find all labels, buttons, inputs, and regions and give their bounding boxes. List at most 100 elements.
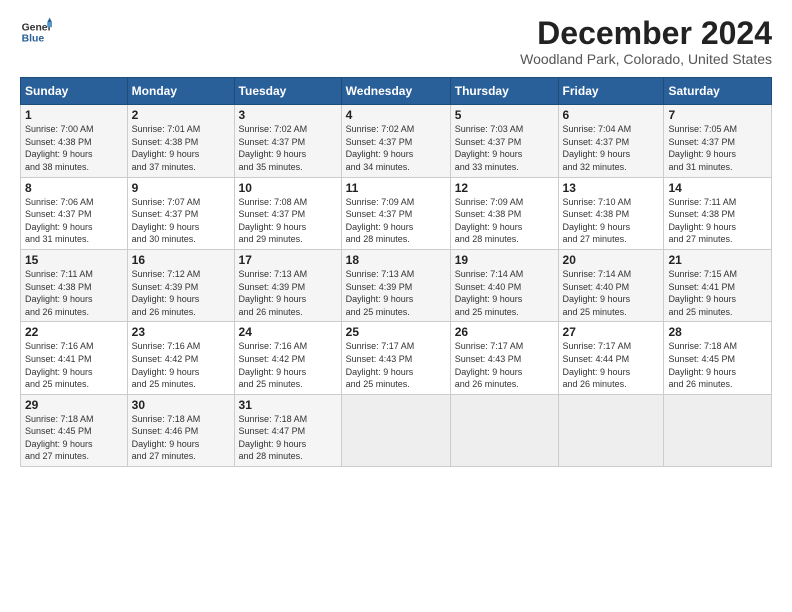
table-row: 11Sunrise: 7:09 AM Sunset: 4:37 PM Dayli… <box>341 177 450 249</box>
day-info: Sunrise: 7:18 AM Sunset: 4:45 PM Dayligh… <box>668 340 767 390</box>
day-info: Sunrise: 7:02 AM Sunset: 4:37 PM Dayligh… <box>346 123 446 173</box>
title-block: December 2024 Woodland Park, Colorado, U… <box>520 16 772 67</box>
table-row: 6Sunrise: 7:04 AM Sunset: 4:37 PM Daylig… <box>558 105 664 177</box>
location: Woodland Park, Colorado, United States <box>520 51 772 67</box>
day-number: 1 <box>25 108 123 122</box>
day-info: Sunrise: 7:17 AM Sunset: 4:44 PM Dayligh… <box>563 340 660 390</box>
day-number: 2 <box>132 108 230 122</box>
day-number: 22 <box>25 325 123 339</box>
header-monday: Monday <box>127 78 234 105</box>
table-row: 25Sunrise: 7:17 AM Sunset: 4:43 PM Dayli… <box>341 322 450 394</box>
calendar-table: Sunday Monday Tuesday Wednesday Thursday… <box>20 77 772 467</box>
day-info: Sunrise: 7:00 AM Sunset: 4:38 PM Dayligh… <box>25 123 123 173</box>
day-number: 13 <box>563 181 660 195</box>
day-number: 23 <box>132 325 230 339</box>
day-info: Sunrise: 7:18 AM Sunset: 4:46 PM Dayligh… <box>132 413 230 463</box>
table-row: 29Sunrise: 7:18 AM Sunset: 4:45 PM Dayli… <box>21 394 128 466</box>
day-number: 28 <box>668 325 767 339</box>
day-number: 12 <box>455 181 554 195</box>
table-row: 16Sunrise: 7:12 AM Sunset: 4:39 PM Dayli… <box>127 249 234 321</box>
table-row: 5Sunrise: 7:03 AM Sunset: 4:37 PM Daylig… <box>450 105 558 177</box>
day-info: Sunrise: 7:17 AM Sunset: 4:43 PM Dayligh… <box>346 340 446 390</box>
table-row: 27Sunrise: 7:17 AM Sunset: 4:44 PM Dayli… <box>558 322 664 394</box>
day-info: Sunrise: 7:02 AM Sunset: 4:37 PM Dayligh… <box>239 123 337 173</box>
table-row: 8Sunrise: 7:06 AM Sunset: 4:37 PM Daylig… <box>21 177 128 249</box>
day-number: 20 <box>563 253 660 267</box>
day-number: 17 <box>239 253 337 267</box>
table-row: 4Sunrise: 7:02 AM Sunset: 4:37 PM Daylig… <box>341 105 450 177</box>
day-info: Sunrise: 7:15 AM Sunset: 4:41 PM Dayligh… <box>668 268 767 318</box>
table-row <box>664 394 772 466</box>
day-number: 10 <box>239 181 337 195</box>
day-number: 25 <box>346 325 446 339</box>
day-number: 8 <box>25 181 123 195</box>
day-number: 31 <box>239 398 337 412</box>
logo: General Blue <box>20 16 52 48</box>
day-number: 11 <box>346 181 446 195</box>
day-info: Sunrise: 7:06 AM Sunset: 4:37 PM Dayligh… <box>25 196 123 246</box>
table-row: 31Sunrise: 7:18 AM Sunset: 4:47 PM Dayli… <box>234 394 341 466</box>
calendar-week-5: 29Sunrise: 7:18 AM Sunset: 4:45 PM Dayli… <box>21 394 772 466</box>
calendar-week-2: 8Sunrise: 7:06 AM Sunset: 4:37 PM Daylig… <box>21 177 772 249</box>
table-row: 12Sunrise: 7:09 AM Sunset: 4:38 PM Dayli… <box>450 177 558 249</box>
day-info: Sunrise: 7:18 AM Sunset: 4:45 PM Dayligh… <box>25 413 123 463</box>
table-row: 28Sunrise: 7:18 AM Sunset: 4:45 PM Dayli… <box>664 322 772 394</box>
day-number: 30 <box>132 398 230 412</box>
day-number: 18 <box>346 253 446 267</box>
day-info: Sunrise: 7:04 AM Sunset: 4:37 PM Dayligh… <box>563 123 660 173</box>
day-info: Sunrise: 7:12 AM Sunset: 4:39 PM Dayligh… <box>132 268 230 318</box>
table-row: 26Sunrise: 7:17 AM Sunset: 4:43 PM Dayli… <box>450 322 558 394</box>
header-friday: Friday <box>558 78 664 105</box>
day-info: Sunrise: 7:11 AM Sunset: 4:38 PM Dayligh… <box>668 196 767 246</box>
header-thursday: Thursday <box>450 78 558 105</box>
table-row: 24Sunrise: 7:16 AM Sunset: 4:42 PM Dayli… <box>234 322 341 394</box>
day-number: 6 <box>563 108 660 122</box>
day-number: 16 <box>132 253 230 267</box>
day-info: Sunrise: 7:13 AM Sunset: 4:39 PM Dayligh… <box>346 268 446 318</box>
month-title: December 2024 <box>520 16 772 51</box>
calendar-header-row: Sunday Monday Tuesday Wednesday Thursday… <box>21 78 772 105</box>
calendar-week-4: 22Sunrise: 7:16 AM Sunset: 4:41 PM Dayli… <box>21 322 772 394</box>
day-number: 3 <box>239 108 337 122</box>
header-tuesday: Tuesday <box>234 78 341 105</box>
day-info: Sunrise: 7:08 AM Sunset: 4:37 PM Dayligh… <box>239 196 337 246</box>
calendar-week-3: 15Sunrise: 7:11 AM Sunset: 4:38 PM Dayli… <box>21 249 772 321</box>
header-sunday: Sunday <box>21 78 128 105</box>
table-row: 7Sunrise: 7:05 AM Sunset: 4:37 PM Daylig… <box>664 105 772 177</box>
table-row: 2Sunrise: 7:01 AM Sunset: 4:38 PM Daylig… <box>127 105 234 177</box>
svg-text:Blue: Blue <box>22 34 45 45</box>
day-number: 29 <box>25 398 123 412</box>
header-wednesday: Wednesday <box>341 78 450 105</box>
day-number: 24 <box>239 325 337 339</box>
day-number: 5 <box>455 108 554 122</box>
table-row: 3Sunrise: 7:02 AM Sunset: 4:37 PM Daylig… <box>234 105 341 177</box>
day-info: Sunrise: 7:18 AM Sunset: 4:47 PM Dayligh… <box>239 413 337 463</box>
table-row: 9Sunrise: 7:07 AM Sunset: 4:37 PM Daylig… <box>127 177 234 249</box>
table-row: 19Sunrise: 7:14 AM Sunset: 4:40 PM Dayli… <box>450 249 558 321</box>
table-row: 18Sunrise: 7:13 AM Sunset: 4:39 PM Dayli… <box>341 249 450 321</box>
day-number: 27 <box>563 325 660 339</box>
day-number: 26 <box>455 325 554 339</box>
day-info: Sunrise: 7:16 AM Sunset: 4:42 PM Dayligh… <box>239 340 337 390</box>
calendar-page: General Blue December 2024 Woodland Park… <box>0 0 792 477</box>
table-row <box>558 394 664 466</box>
day-info: Sunrise: 7:09 AM Sunset: 4:38 PM Dayligh… <box>455 196 554 246</box>
table-row: 22Sunrise: 7:16 AM Sunset: 4:41 PM Dayli… <box>21 322 128 394</box>
calendar-week-1: 1Sunrise: 7:00 AM Sunset: 4:38 PM Daylig… <box>21 105 772 177</box>
table-row: 1Sunrise: 7:00 AM Sunset: 4:38 PM Daylig… <box>21 105 128 177</box>
table-row <box>450 394 558 466</box>
day-number: 9 <box>132 181 230 195</box>
day-info: Sunrise: 7:14 AM Sunset: 4:40 PM Dayligh… <box>455 268 554 318</box>
day-number: 14 <box>668 181 767 195</box>
header: General Blue December 2024 Woodland Park… <box>20 16 772 67</box>
day-info: Sunrise: 7:16 AM Sunset: 4:42 PM Dayligh… <box>132 340 230 390</box>
header-saturday: Saturday <box>664 78 772 105</box>
day-number: 15 <box>25 253 123 267</box>
table-row <box>341 394 450 466</box>
day-info: Sunrise: 7:11 AM Sunset: 4:38 PM Dayligh… <box>25 268 123 318</box>
table-row: 15Sunrise: 7:11 AM Sunset: 4:38 PM Dayli… <box>21 249 128 321</box>
table-row: 23Sunrise: 7:16 AM Sunset: 4:42 PM Dayli… <box>127 322 234 394</box>
table-row: 20Sunrise: 7:14 AM Sunset: 4:40 PM Dayli… <box>558 249 664 321</box>
day-info: Sunrise: 7:13 AM Sunset: 4:39 PM Dayligh… <box>239 268 337 318</box>
day-info: Sunrise: 7:16 AM Sunset: 4:41 PM Dayligh… <box>25 340 123 390</box>
